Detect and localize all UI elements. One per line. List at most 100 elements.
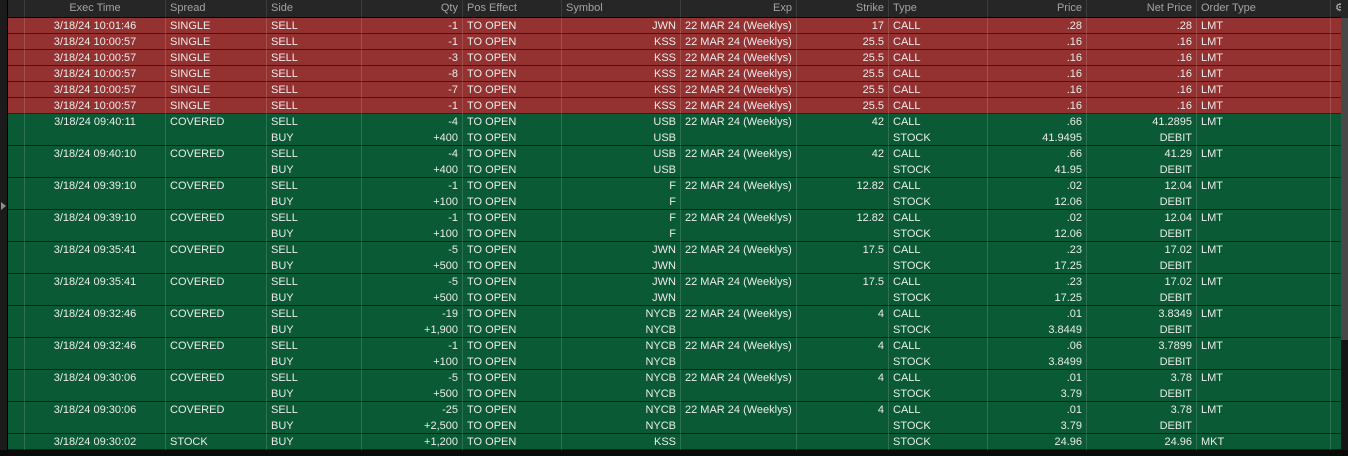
- order-row[interactable]: 3/18/24 09:39:10 COVERED SELL -1 TO OPEN F 22 …: [8, 210, 1341, 242]
- cell-type: CALL: [889, 402, 988, 418]
- order-row[interactable]: 3/18/24 09:35:41 COVERED SELL -5 TO OPEN JWN 2…: [8, 274, 1341, 306]
- order-row[interactable]: 3/18/24 10:00:57 SINGLE SELL -7 TO OPEN KSS 22…: [8, 82, 1341, 98]
- cell-symbol: NYCB: [562, 322, 681, 338]
- order-row[interactable]: 3/18/24 09:39:10 COVERED SELL -1 TO OPEN F 22 …: [8, 178, 1341, 210]
- scrollbar-thumb[interactable]: [1341, 18, 1348, 340]
- column-header-gear[interactable]: ⚙: [1331, 0, 1341, 17]
- order-leg: 3/18/24 10:01:46 SINGLE SELL -1 TO OPEN JWN 22…: [8, 18, 1341, 34]
- order-row[interactable]: 3/18/24 10:00:57 SINGLE SELL -8 TO OPEN KSS 22…: [8, 66, 1341, 82]
- cell-side: BUY: [267, 290, 362, 306]
- cell-order_type: LMT: [1197, 210, 1331, 226]
- order-row[interactable]: 3/18/24 09:32:46 COVERED SELL -19 TO OPEN NYC…: [8, 306, 1341, 338]
- column-header-spread[interactable]: Spread: [166, 0, 267, 17]
- cell-net_price: DEBIT: [1087, 386, 1197, 402]
- cell-type: CALL: [889, 82, 988, 98]
- cell-price: 17.25: [988, 290, 1087, 306]
- cell-order_type: LMT: [1197, 66, 1331, 82]
- cell-pad: [8, 370, 25, 386]
- order-row[interactable]: 3/18/24 09:32:46 COVERED SELL -1 TO OPEN NYCB…: [8, 338, 1341, 370]
- order-leg: 3/18/24 10:00:57 SINGLE SELL -3 TO OPEN KSS 22…: [8, 50, 1341, 66]
- order-leg: BUY +400 TO OPEN USB STOCK 41.9495 DEBIT: [8, 130, 1341, 146]
- cell-order_type: LMT: [1197, 146, 1331, 162]
- column-header-symbol[interactable]: Symbol: [562, 0, 681, 17]
- order-row[interactable]: 3/18/24 10:00:57 SINGLE SELL -1 TO OPEN KSS 22…: [8, 98, 1341, 114]
- order-leg: 3/18/24 10:00:57 SINGLE SELL -7 TO OPEN KSS 22…: [8, 82, 1341, 98]
- cell-price: 24.96: [988, 434, 1087, 450]
- cell-strike: 17.5: [797, 274, 889, 290]
- order-row[interactable]: 3/18/24 09:40:10 COVERED SELL -4 TO OPEN USB 2…: [8, 146, 1341, 178]
- order-row[interactable]: 3/18/24 09:30:02 STOCK BUY +1,200 TO OPEN KSS…: [8, 434, 1341, 450]
- cell-type: CALL: [889, 34, 988, 50]
- cell-pad: [8, 178, 25, 194]
- order-row[interactable]: 3/18/24 10:01:46 SINGLE SELL -1 TO OPEN JWN 22…: [8, 18, 1341, 34]
- cell-qty: +100: [362, 194, 463, 210]
- cell-pad: [8, 114, 25, 130]
- order-row[interactable]: 3/18/24 09:30:06 COVERED SELL -25 TO OPEN NYC…: [8, 402, 1341, 434]
- column-header-side[interactable]: Side: [267, 0, 362, 17]
- column-header-type[interactable]: Type: [889, 0, 988, 17]
- column-header-pos_effect[interactable]: Pos Effect: [463, 0, 562, 17]
- cell-pos_effect: TO OPEN: [463, 338, 562, 354]
- cell-qty: -4: [362, 114, 463, 130]
- cell-order_type: LMT: [1197, 402, 1331, 418]
- column-header-net_price[interactable]: Net Price: [1087, 0, 1197, 17]
- cell-side: BUY: [267, 418, 362, 434]
- cell-side: BUY: [267, 194, 362, 210]
- order-row[interactable]: 3/18/24 10:00:57 SINGLE SELL -3 TO OPEN KSS 22…: [8, 50, 1341, 66]
- settings-gear-icon[interactable]: ⚙: [1335, 0, 1341, 17]
- cell-symbol: KSS: [562, 98, 681, 114]
- cell-pad: [8, 66, 25, 82]
- cell-qty: -19: [362, 306, 463, 322]
- cell-type: STOCK: [889, 290, 988, 306]
- cell-net_price: DEBIT: [1087, 418, 1197, 434]
- cell-order_type: LMT: [1197, 306, 1331, 322]
- cell-price: 3.79: [988, 418, 1087, 434]
- cell-price: .28: [988, 18, 1087, 34]
- vertical-scrollbar[interactable]: [1341, 18, 1348, 450]
- column-header-qty[interactable]: Qty: [362, 0, 463, 17]
- cell-strike: 17.5: [797, 242, 889, 258]
- cell-gear: [1331, 370, 1341, 386]
- panel-resize-handle-icon[interactable]: [1, 202, 6, 210]
- cell-pos_effect: TO OPEN: [463, 18, 562, 34]
- column-header-order_type[interactable]: Order Type: [1197, 0, 1331, 17]
- cell-order_type: LMT: [1197, 370, 1331, 386]
- order-row[interactable]: 3/18/24 09:40:11 COVERED SELL -4 TO OPEN USB 2…: [8, 114, 1341, 146]
- cell-spread: COVERED: [166, 402, 267, 418]
- cell-side: BUY: [267, 162, 362, 178]
- scrollbar-corner: [1341, 0, 1348, 18]
- cell-strike: [797, 386, 889, 402]
- cell-order_type: [1197, 130, 1331, 146]
- cell-exp: [681, 194, 797, 210]
- cell-pad: [8, 82, 25, 98]
- order-row[interactable]: 3/18/24 10:00:57 SINGLE SELL -1 TO OPEN KSS 22…: [8, 34, 1341, 50]
- cell-side: SELL: [267, 18, 362, 34]
- order-row[interactable]: 3/18/24 09:35:41 COVERED SELL -5 TO OPEN JWN 2…: [8, 242, 1341, 274]
- cell-type: CALL: [889, 306, 988, 322]
- cell-exec_time: 3/18/24 09:35:41: [25, 274, 166, 290]
- cell-net_price: 3.78: [1087, 370, 1197, 386]
- cell-order_type: [1197, 226, 1331, 242]
- cell-side: BUY: [267, 386, 362, 402]
- column-header-strike[interactable]: Strike: [797, 0, 889, 17]
- column-header-exp[interactable]: Exp: [681, 0, 797, 17]
- cell-gear: [1331, 306, 1341, 322]
- cell-type: STOCK: [889, 226, 988, 242]
- order-leg: 3/18/24 10:00:57 SINGLE SELL -1 TO OPEN KSS 22…: [8, 34, 1341, 50]
- cell-qty: +400: [362, 130, 463, 146]
- order-row[interactable]: 3/18/24 09:30:06 COVERED SELL -5 TO OPEN NYCB…: [8, 370, 1341, 402]
- order-leg: 3/18/24 09:39:10 COVERED SELL -1 TO OPEN F 22 …: [8, 178, 1341, 194]
- cell-exec_time: 3/18/24 10:00:57: [25, 82, 166, 98]
- cell-strike: [797, 322, 889, 338]
- cell-exp: 22 MAR 24 (Weeklys): [681, 242, 797, 258]
- cell-price: 41.9495: [988, 130, 1087, 146]
- cell-price: .66: [988, 114, 1087, 130]
- cell-pos_effect: TO OPEN: [463, 130, 562, 146]
- cell-gear: [1331, 434, 1341, 450]
- cell-exp: 22 MAR 24 (Weeklys): [681, 82, 797, 98]
- column-header-exec_time[interactable]: Exec Time: [25, 0, 166, 17]
- cell-strike: [797, 434, 889, 450]
- order-leg: 3/18/24 09:32:46 COVERED SELL -1 TO OPEN NYCB…: [8, 338, 1341, 354]
- column-header-price[interactable]: Price: [988, 0, 1087, 17]
- cell-pos_effect: TO OPEN: [463, 194, 562, 210]
